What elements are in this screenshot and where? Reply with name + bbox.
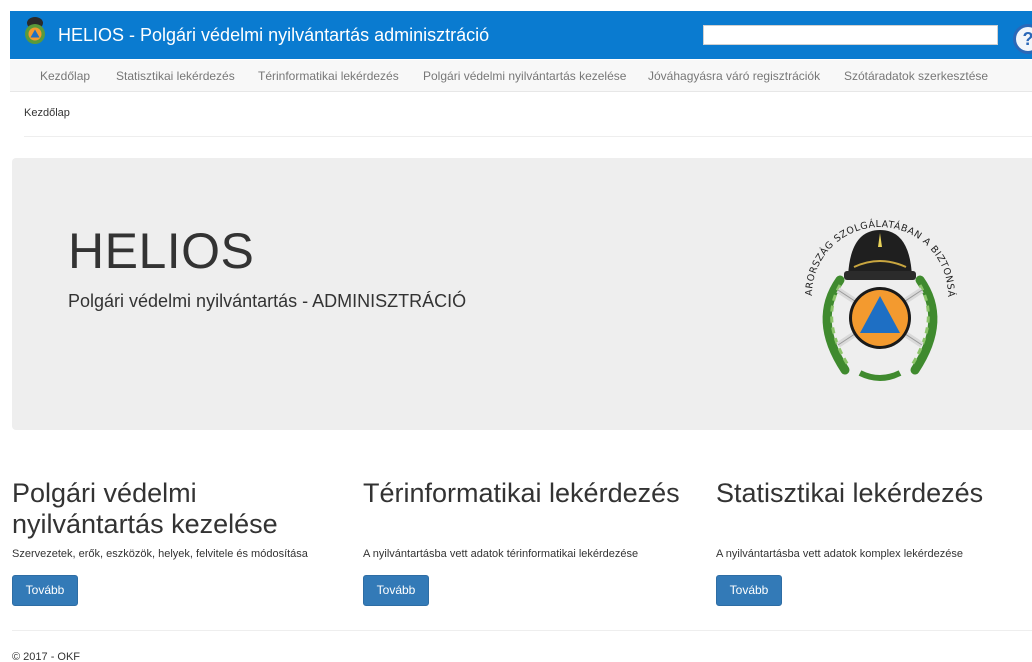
civil-protection-emblem-icon: MAGYARORSZÁG SZOLGÁLATÁBAN A BIZTONSÁGÉR… [790, 185, 957, 381]
civil-protection-logo-icon [25, 17, 45, 44]
footer-divider [12, 630, 1032, 631]
main-nav: Kezdőlap Statisztikai lekérdezés Térinfo… [10, 60, 1032, 92]
col-desc-polgari-vedelmi: Szervezetek, erők, eszközök, helyek, fel… [12, 548, 308, 560]
divider [24, 136, 1032, 137]
nav-item-polgari-vedelmi[interactable]: Polgári védelmi nyilvántartás kezelése [423, 69, 626, 83]
nav-item-jovahagyasra[interactable]: Jóváhagyásra váró regisztrációk [648, 69, 820, 83]
breadcrumb: Kezdőlap [24, 107, 70, 119]
nav-item-szotaradatok[interactable]: Szótáradatok szerkesztése [844, 69, 988, 83]
nav-item-kezdolap[interactable]: Kezdőlap [40, 69, 90, 83]
nav-item-terinformatikai[interactable]: Térinformatikai lekérdezés [258, 69, 399, 83]
tovabb-button-polgari-vedelmi[interactable]: Tovább [12, 575, 78, 606]
tovabb-button-terinformatikai[interactable]: Tovább [363, 575, 429, 606]
col-title-polgari-vedelmi: Polgári védelmi nyilvántartás kezelése [12, 478, 278, 539]
col-title-statisztikai: Statisztikai lekérdezés [716, 478, 984, 508]
jumbotron-subtitle: Polgári védelmi nyilvántartás - ADMINISZ… [68, 291, 467, 311]
col-title-terinformatikai: Térinformatikai lekérdezés [363, 478, 680, 508]
app-title: HELIOS - Polgári védelmi nyilvántartás a… [58, 25, 490, 45]
jumbotron-title: HELIOS [68, 223, 255, 279]
col-desc-terinformatikai: A nyilvántartásba vett adatok térinforma… [363, 548, 639, 560]
search-input[interactable] [703, 25, 998, 45]
nav-item-statisztikai[interactable]: Statisztikai lekérdezés [116, 69, 235, 83]
footer-copyright: © 2017 - OKF [12, 651, 81, 662]
tovabb-button-statisztikai[interactable]: Tovább [716, 575, 782, 606]
col-desc-statisztikai: A nyilvántartásba vett adatok komplex le… [716, 548, 964, 560]
